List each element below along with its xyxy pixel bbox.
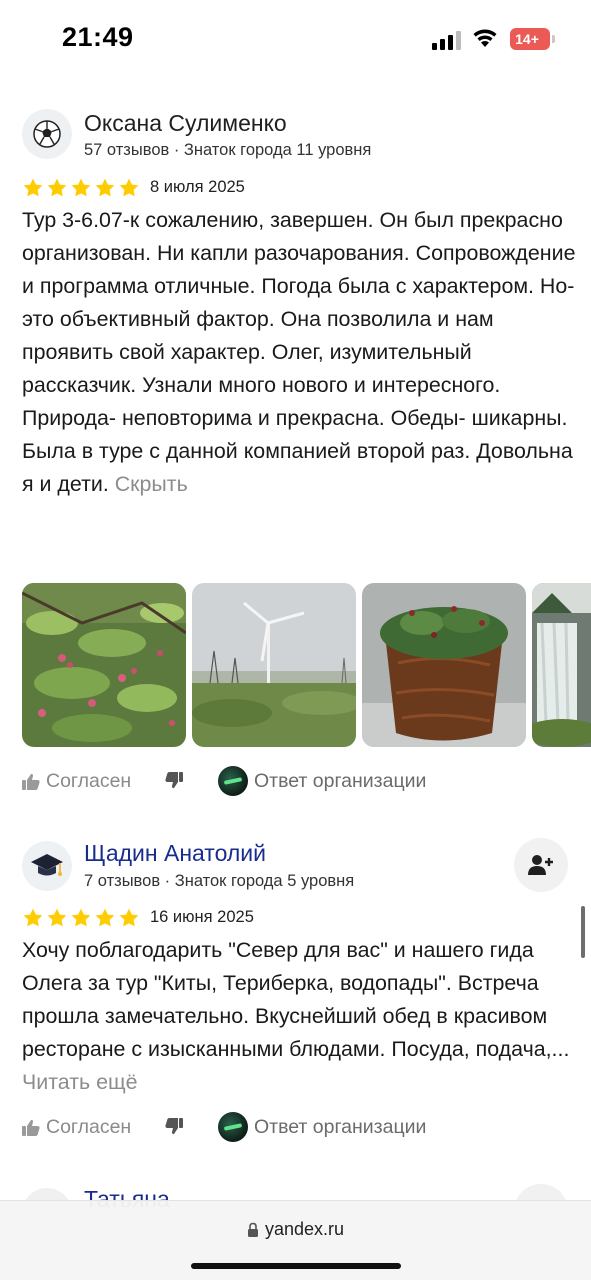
status-time: 21:49 [62, 22, 134, 52]
waterfall-photo[interactable] [532, 583, 591, 747]
battery-icon: 14+ [510, 28, 550, 50]
org-reply-button[interactable]: Ответ организации [218, 766, 426, 796]
browser-bottom-bar: yandex.ru [0, 1200, 591, 1280]
lock-icon [247, 1222, 258, 1237]
thumbs-up-icon [22, 773, 40, 790]
review-body: Тур 3-6.07-к сожалению, завершен. Он был… [22, 208, 576, 496]
review-actions: Согласен Ответ организации [22, 766, 582, 800]
review-photos[interactable] [22, 583, 591, 747]
author-name[interactable]: Щадин Анатолий [84, 840, 266, 867]
graduation-cap-icon [31, 854, 63, 876]
rating-stars [22, 907, 140, 929]
star-icon [95, 908, 115, 927]
subscribe-button[interactable] [514, 838, 568, 892]
star-icon [47, 908, 67, 927]
review-text: Тур 3-6.07-к сожалению, завершен. Он был… [22, 204, 582, 501]
like-button[interactable]: Согласен [22, 770, 131, 793]
org-reply-label: Ответ организации [254, 769, 427, 792]
star-icon [119, 178, 139, 197]
star-icon [23, 178, 43, 197]
address-bar[interactable]: yandex.ru [0, 1219, 591, 1240]
hide-link[interactable]: Скрыть [115, 472, 188, 496]
org-reply-label: Ответ организации [254, 1115, 427, 1138]
thumbs-down-icon[interactable] [165, 1117, 183, 1135]
moss-pot-photo[interactable] [362, 583, 526, 747]
review-date: 8 июля 2025 [150, 178, 245, 196]
org-reply-button[interactable]: Ответ организации [218, 1112, 426, 1142]
berry-bushes-photo[interactable] [22, 583, 186, 747]
scrollbar[interactable] [581, 906, 585, 958]
org-logo-icon [218, 1112, 248, 1142]
review-text: Хочу поблагодарить "Север для вас" и наш… [22, 934, 582, 1099]
avatar[interactable] [22, 109, 72, 159]
wifi-icon [473, 29, 497, 47]
avatar[interactable] [22, 841, 72, 891]
org-logo-icon [218, 766, 248, 796]
battery-level: 14+ [515, 31, 539, 47]
like-label: Согласен [46, 1116, 132, 1138]
review-actions: Согласен Ответ организации [22, 1112, 582, 1146]
review-date: 16 июня 2025 [150, 908, 254, 926]
star-icon [23, 908, 43, 927]
soccer-ball-icon [33, 120, 61, 148]
read-more-link[interactable]: Читать ещё [22, 1070, 137, 1094]
status-bar: 21:49 14+ [0, 0, 591, 80]
wind-turbine-photo[interactable] [192, 583, 356, 747]
battery-tip [552, 35, 555, 43]
thumbs-down-icon[interactable] [165, 771, 183, 789]
thumbs-up-icon [22, 1119, 40, 1136]
star-icon [71, 908, 91, 927]
star-icon [119, 908, 139, 927]
home-indicator[interactable] [191, 1263, 401, 1269]
author-name[interactable]: Оксана Сулименко [84, 110, 287, 137]
star-icon [47, 178, 67, 197]
review-body: Хочу поблагодарить "Север для вас" и наш… [22, 938, 570, 1061]
star-icon [71, 178, 91, 197]
url-text: yandex.ru [264, 1219, 345, 1239]
author-meta: 7 отзывов · Знаток города 5 уровня [84, 872, 355, 890]
like-button[interactable]: Согласен [22, 1116, 131, 1139]
star-icon [95, 178, 115, 197]
add-user-icon [528, 855, 553, 875]
like-label: Согласен [46, 770, 132, 792]
author-meta: 57 отзывов · Знаток города 11 уровня [84, 141, 372, 159]
cellular-signal-icon [432, 30, 464, 50]
rating-stars [22, 177, 140, 199]
